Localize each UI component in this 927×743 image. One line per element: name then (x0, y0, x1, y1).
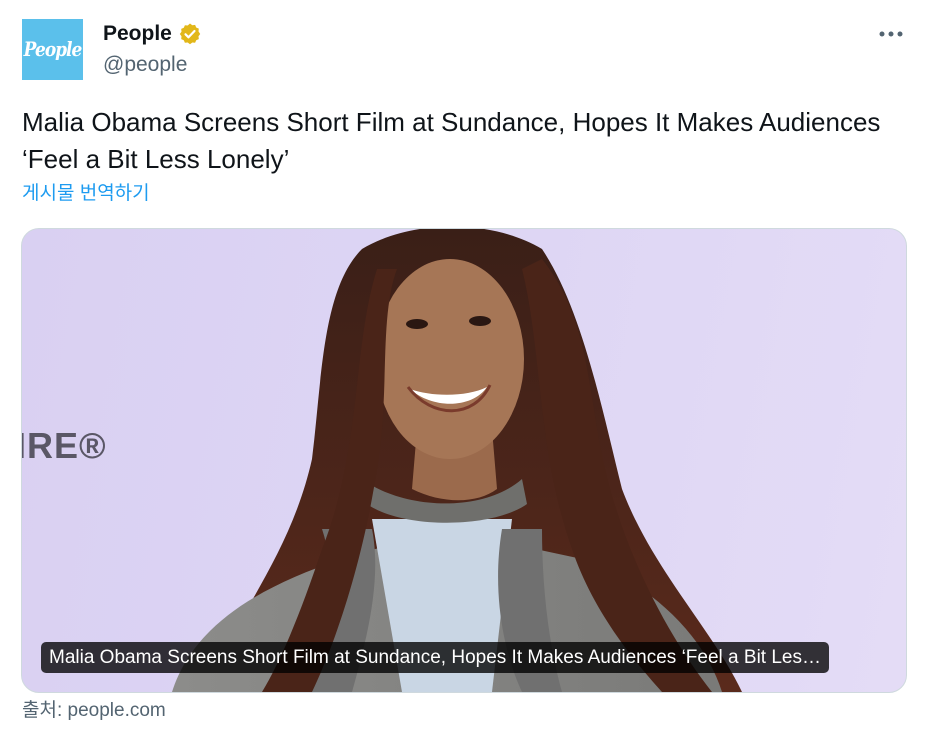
author-name-row: People (103, 21, 202, 47)
link-preview-card[interactable]: IRE® Malia Obama Screens Short Film at S… (21, 228, 907, 693)
avatar[interactable]: People (22, 19, 83, 80)
card-caption[interactable]: Malia Obama Screens Short Film at Sundan… (41, 642, 829, 673)
author-display-name[interactable]: People (103, 21, 172, 47)
tweet-text: Malia Obama Screens Short Film at Sundan… (22, 107, 881, 174)
avatar-logo-text: People (23, 38, 83, 61)
backdrop-brand-text: IRE® (21, 425, 107, 466)
translate-post-link[interactable]: 게시물 번역하기 (22, 180, 150, 208)
author-handle[interactable]: @people (103, 52, 187, 78)
article-photo (172, 229, 742, 692)
card-source[interactable]: 출처: people.com (22, 698, 166, 724)
verified-badge-icon (178, 22, 202, 46)
more-horizontal-icon (879, 31, 903, 37)
more-options-button[interactable] (874, 20, 908, 48)
